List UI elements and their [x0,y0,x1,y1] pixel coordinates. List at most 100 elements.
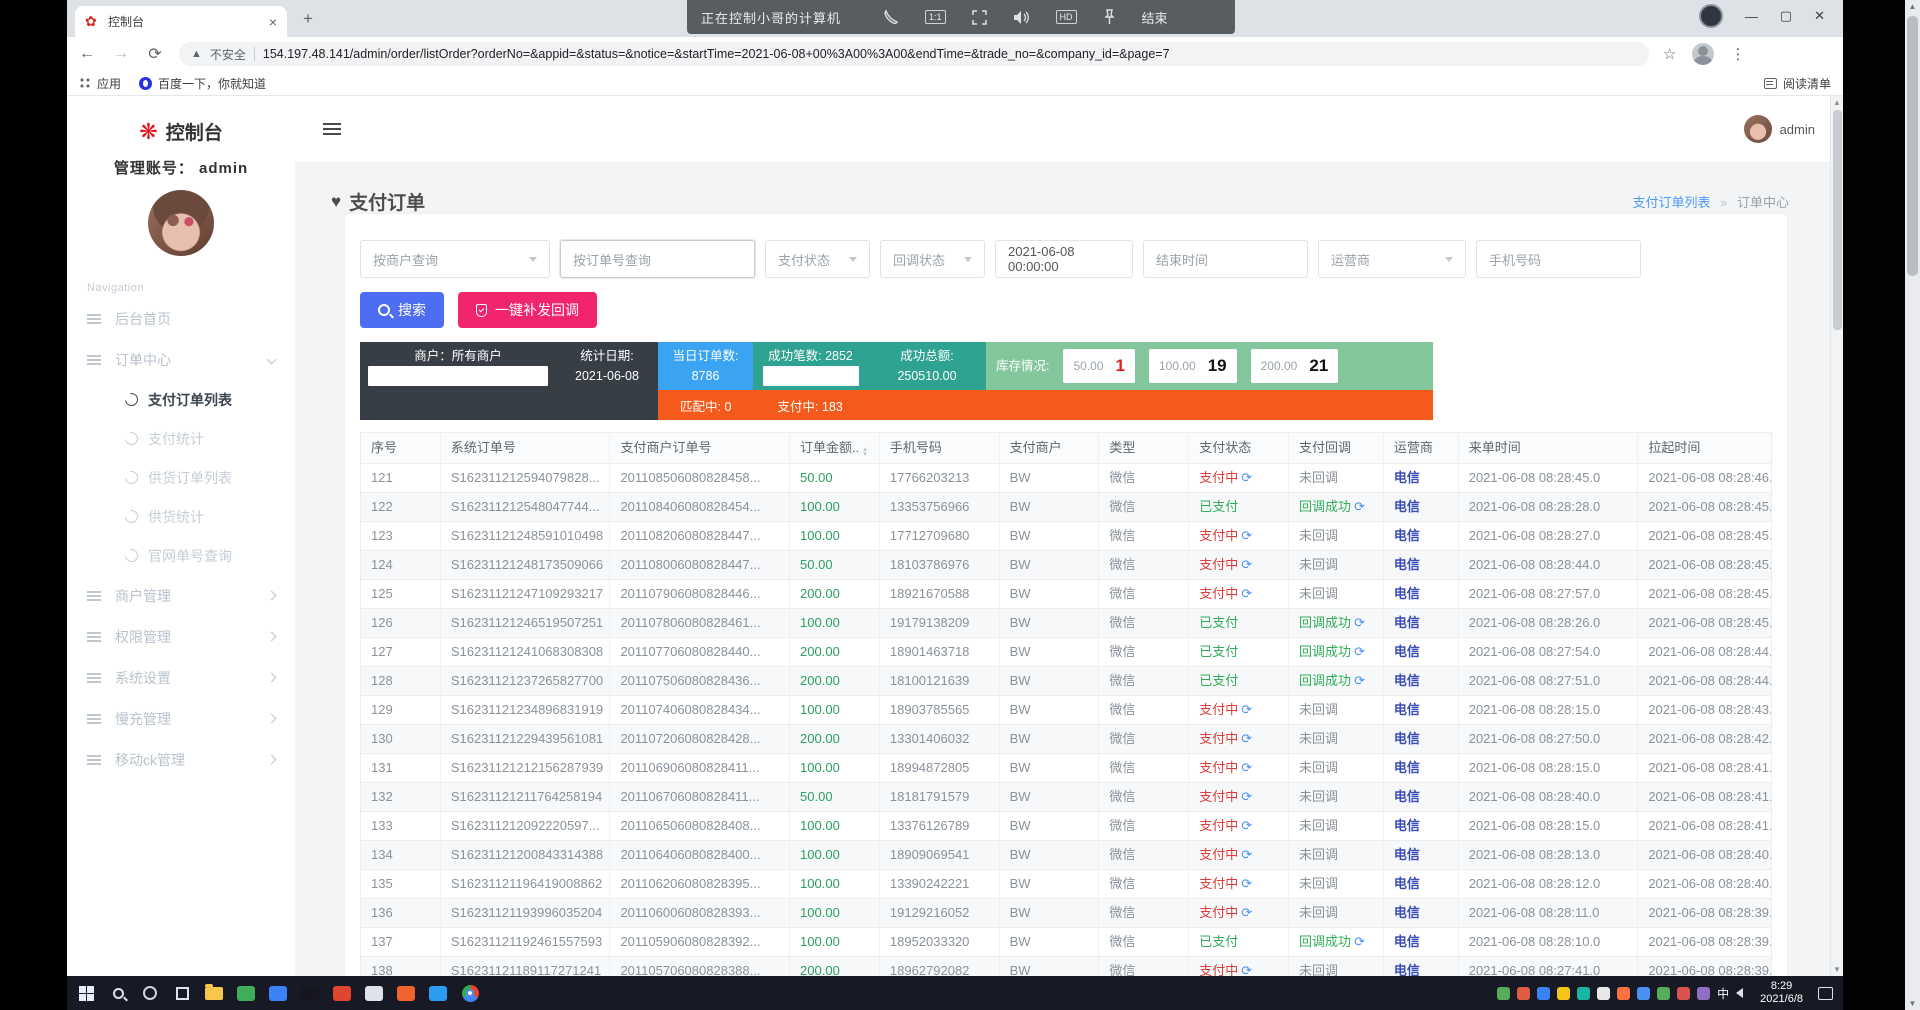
apps-shortcut[interactable]: 应用 [79,75,121,92]
table-row[interactable]: 129S162311212348968319192011074060808284… [361,696,1771,725]
user-avatar[interactable] [148,190,214,256]
not-secure-icon[interactable]: ▲ [191,48,202,60]
refresh-callback-icon[interactable]: ⟳ [1354,674,1365,689]
tray-icon-11[interactable] [1697,987,1710,1000]
sidebar-item-商户管理[interactable]: 商户管理 [67,575,295,616]
refresh-status-icon[interactable]: ⟳ [1241,703,1252,718]
table-row[interactable]: 127S162311212410683083082011077060808284… [361,638,1771,667]
player-blue-icon[interactable] [425,980,451,1006]
table-row[interactable]: 135S162311211964190088622011062060808283… [361,870,1771,899]
browser-menu-icon[interactable]: ⋮ [1730,45,1745,63]
reload-button[interactable]: ⟳ [145,44,165,64]
tray-icon-1[interactable] [1497,987,1510,1000]
chrome-icon[interactable] [457,980,483,1006]
app-orange-icon[interactable] [393,980,419,1006]
start-time-input[interactable]: 2021-06-08 00:00:00 [995,240,1133,278]
table-row[interactable]: 121S162311212594079828...201108506080828… [361,464,1771,493]
refresh-status-icon[interactable]: ⟳ [1241,848,1252,863]
page-scrollbar[interactable]: ▲ ▼ [1830,96,1843,976]
refresh-status-icon[interactable]: ⟳ [1241,732,1252,747]
volume-icon[interactable] [1736,988,1743,998]
success-count-input[interactable] [763,366,859,386]
table-row[interactable]: 125S162311212471092932172011079060808284… [361,580,1771,609]
taskbar-clock[interactable]: 8:29 2021/6/8 [1752,980,1811,1006]
browser-profile-avatar[interactable] [1692,43,1714,65]
app-blue-icon[interactable] [265,980,291,1006]
sidebar-item-支付统计[interactable]: 支付统计 [67,419,295,458]
back-button[interactable]: ← [77,45,97,63]
new-tab-button[interactable]: + [303,9,313,29]
sidebar-item-系统设置[interactable]: 系统设置 [67,657,295,698]
file-explorer-icon[interactable] [201,980,227,1006]
refresh-status-icon[interactable]: ⟳ [1241,587,1252,602]
forward-button[interactable]: → [111,45,131,63]
table-row[interactable]: 122S162311212548047744...201108406080828… [361,493,1771,522]
app-white-icon[interactable] [361,980,387,1006]
column-header-订单金额..[interactable]: 订单金额..▴▾ [790,433,880,463]
refresh-status-icon[interactable]: ⟳ [1241,964,1252,976]
input-method-indicator[interactable]: 中 [1717,985,1729,1002]
hd-quality-button[interactable]: HD [1056,10,1077,24]
scale-1-1-button[interactable]: 1:1 [925,10,946,24]
table-row[interactable]: 123S162311212485910104982011082060808284… [361,522,1771,551]
search-button[interactable]: 搜索 [360,292,444,328]
table-row[interactable]: 138S162311211891172712412011057060808283… [361,957,1771,976]
topbar-avatar[interactable] [1744,115,1772,143]
remote-float-ball-icon[interactable] [1699,4,1723,28]
table-row[interactable]: 136S162311211939960352042011060060808283… [361,899,1771,928]
tray-icon-4[interactable] [1557,987,1570,1000]
pay-status-select[interactable]: 支付状态 [765,240,870,278]
fullscreen-icon[interactable] [972,10,987,25]
tray-icon-9[interactable] [1657,987,1670,1000]
url-text[interactable]: 154.197.48.141/admin/order/listOrder?ord… [263,47,1170,61]
table-row[interactable]: 137S162311211924615575932011059060808283… [361,928,1771,957]
app-red-icon[interactable] [329,980,355,1006]
tray-icon-10[interactable] [1677,987,1690,1000]
refresh-callback-icon[interactable]: ⟳ [1354,935,1365,950]
sidebar-item-支付订单列表[interactable]: 支付订单列表 [67,380,295,419]
phone-input[interactable]: 手机号码 [1476,240,1641,278]
merchant-filter-select[interactable]: 按商户查询 [360,240,550,278]
sort-icon[interactable]: ▴▾ [863,447,867,457]
operator-select[interactable]: 运营商 [1318,240,1466,278]
window-minimize-button[interactable]: — [1745,9,1758,24]
tray-icon-8[interactable] [1637,987,1650,1000]
viewer-scroll-thumb[interactable] [1907,16,1918,276]
merchant-stat-input[interactable] [368,366,548,386]
table-row[interactable]: 133S162311212092220597...201106506080828… [361,812,1771,841]
sidebar-item-移动ck管理[interactable]: 移动ck管理 [67,739,295,780]
table-row[interactable]: 124S162311212481735090662011080060808284… [361,551,1771,580]
tray-icon-7[interactable] [1617,987,1630,1000]
table-row[interactable]: 132S162311212117642581942011067060808284… [361,783,1771,812]
cortana-button-icon[interactable] [137,980,163,1006]
action-center-icon[interactable] [1818,987,1833,1000]
reading-list-button[interactable]: 阅读清单 [1764,75,1831,92]
task-view-button-icon[interactable] [169,980,195,1006]
table-row[interactable]: 131S162311212121562879392011069060808284… [361,754,1771,783]
sidebar-item-后台首页[interactable]: 后台首页 [67,298,295,339]
table-row[interactable]: 134S162311212008433143882011064060808284… [361,841,1771,870]
app-green-icon[interactable] [233,980,259,1006]
breadcrumb-current-link[interactable]: 支付订单列表 [1632,195,1710,210]
sidebar-item-官网单号查询[interactable]: 官网单号查询 [67,536,295,575]
order-no-input[interactable]: 按订单号查询 [560,240,755,278]
tray-icon-5[interactable] [1577,987,1590,1000]
scroll-up-icon[interactable]: ▲ [1831,98,1843,107]
callback-status-select[interactable]: 回调状态 [880,240,985,278]
table-row[interactable]: 126S162311212465195072512011078060808284… [361,609,1771,638]
tab-close-icon[interactable]: × [269,14,277,30]
address-bar[interactable]: ▲ 不安全 154.197.48.141/admin/order/listOrd… [179,42,1649,66]
viewer-scroll-up-icon[interactable]: ▲ [1905,2,1920,11]
refresh-status-icon[interactable]: ⟳ [1241,471,1252,486]
end-session-button[interactable]: 结束 [1142,8,1168,27]
start-button-icon[interactable] [73,980,99,1006]
sidebar-toggle-icon[interactable] [323,123,341,135]
viewer-scrollbar[interactable]: ▲ ▼ [1905,0,1920,1010]
brand[interactable]: ❋ 控制台 [67,118,295,145]
table-row[interactable]: 128S162311212372658277002011075060808284… [361,667,1771,696]
sidebar-item-订单中心[interactable]: 订单中心 [67,339,295,380]
refresh-status-icon[interactable]: ⟳ [1241,790,1252,805]
terminal-icon[interactable] [297,980,323,1006]
resend-callback-button[interactable]: 一键补发回调 [458,292,597,328]
end-time-input[interactable]: 结束时间 [1143,240,1308,278]
